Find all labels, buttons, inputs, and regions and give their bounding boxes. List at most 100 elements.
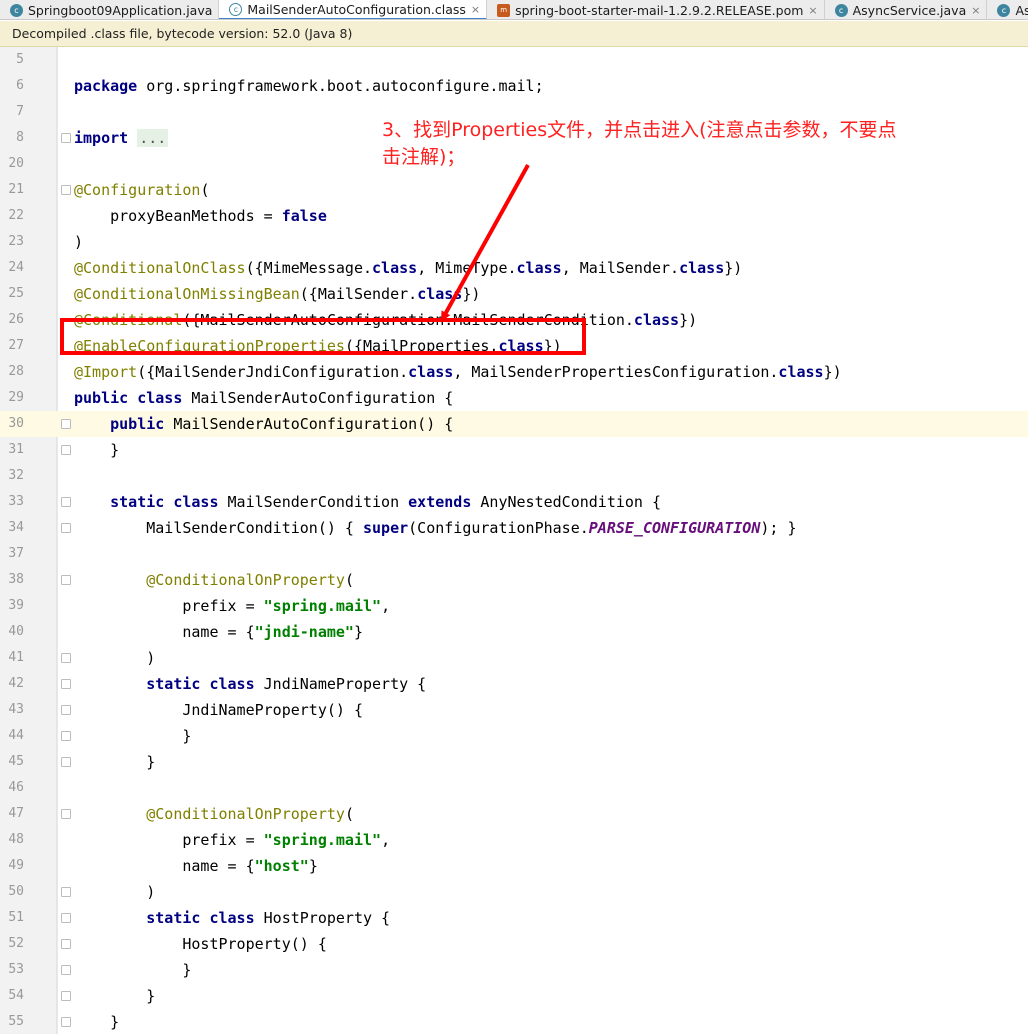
- fold-toggle-icon[interactable]: [61, 653, 71, 663]
- code-line[interactable]: 29 public class MailSenderAutoConfigurati…: [0, 385, 1028, 411]
- code-line[interactable]: 25 @ConditionalOnMissingBean({MailSender.…: [0, 281, 1028, 307]
- line-number: 37: [8, 546, 24, 561]
- code-line[interactable]: 34 MailSenderCondition() { super(Configu…: [0, 515, 1028, 541]
- code-line[interactable]: 32: [0, 463, 1028, 489]
- close-tab-icon[interactable]: ×: [808, 4, 817, 17]
- code-line[interactable]: 50 ): [0, 879, 1028, 905]
- line-number: 30: [8, 416, 24, 431]
- tab-3[interactable]: c AsyncService.java ×: [825, 0, 988, 19]
- code-line[interactable]: 55 }: [0, 1009, 1028, 1034]
- fold-toggle-icon[interactable]: [61, 445, 71, 455]
- line-number: 25: [8, 286, 24, 301]
- fold-toggle-icon[interactable]: [61, 1017, 71, 1027]
- decompiled-info-banner: Decompiled .class file, bytecode version…: [0, 21, 1028, 47]
- line-number: 47: [8, 806, 24, 821]
- code-line[interactable]: 46: [0, 775, 1028, 801]
- fold-toggle-icon[interactable]: [61, 991, 71, 1001]
- line-number: 44: [8, 728, 24, 743]
- close-tab-icon[interactable]: ×: [471, 3, 480, 16]
- fold-toggle-icon[interactable]: [61, 809, 71, 819]
- pom-file-icon: m: [497, 3, 511, 17]
- code-text: @Configuration(: [74, 181, 210, 199]
- code-text: ): [74, 883, 156, 901]
- code-editor[interactable]: 5 6 package org.springframework.boot.autoc…: [0, 47, 1028, 1034]
- tab-1[interactable]: c MailSenderAutoConfiguration.class ×: [219, 0, 488, 19]
- code-line[interactable]: 49 name = {"host"}: [0, 853, 1028, 879]
- fold-toggle-icon[interactable]: [61, 185, 71, 195]
- code-text: HostProperty() {: [74, 935, 327, 953]
- fold-toggle-icon[interactable]: [61, 679, 71, 689]
- code-line[interactable]: 28 @Import({MailSenderJndiConfiguration.c…: [0, 359, 1028, 385]
- fold-toggle-icon[interactable]: [61, 497, 71, 507]
- code-line[interactable]: 43 JndiNameProperty() {: [0, 697, 1028, 723]
- code-line[interactable]: 41 ): [0, 645, 1028, 671]
- line-number: 50: [8, 884, 24, 899]
- code-line[interactable]: 30 public MailSenderAutoConfiguration() …: [0, 411, 1028, 437]
- line-number: 34: [8, 520, 24, 535]
- code-line[interactable]: 48 prefix = "spring.mail",: [0, 827, 1028, 853]
- tab-4[interactable]: c AsyncCom: [987, 0, 1028, 19]
- code-line[interactable]: 47 @ConditionalOnProperty(: [0, 801, 1028, 827]
- code-text: }: [74, 753, 156, 771]
- code-line[interactable]: 23): [0, 229, 1028, 255]
- tab-label: MailSenderAutoConfiguration.class: [247, 1, 466, 17]
- code-text: @ConditionalOnMissingBean({MailSender.cl…: [74, 285, 481, 303]
- code-line[interactable]: 52 HostProperty() {: [0, 931, 1028, 957]
- code-line[interactable]: 54 }: [0, 983, 1028, 1009]
- code-line[interactable]: 42 static class JndiNameProperty {: [0, 671, 1028, 697]
- fold-toggle-icon[interactable]: [61, 939, 71, 949]
- fold-toggle-icon[interactable]: [61, 913, 71, 923]
- code-line[interactable]: 6 package org.springframework.boot.autoco…: [0, 73, 1028, 99]
- code-line[interactable]: 5: [0, 47, 1028, 73]
- line-number: 33: [8, 494, 24, 509]
- line-number: 32: [8, 468, 24, 483]
- code-line[interactable]: 37: [0, 541, 1028, 567]
- line-number: 22: [8, 208, 24, 223]
- fold-toggle-icon[interactable]: [61, 757, 71, 767]
- fold-toggle-icon[interactable]: [61, 705, 71, 715]
- tab-0[interactable]: c Springboot09Application.java: [0, 0, 220, 19]
- code-line[interactable]: 40 name = {"jndi-name"}: [0, 619, 1028, 645]
- line-number: 46: [8, 780, 24, 795]
- fold-toggle-icon[interactable]: [61, 419, 71, 429]
- line-number: 53: [8, 962, 24, 977]
- line-number: 31: [8, 442, 24, 457]
- editor-tab-bar: c Springboot09Application.java c MailSender…: [0, 0, 1028, 20]
- line-number: 54: [8, 988, 24, 1003]
- banner-text: Decompiled .class file, bytecode version…: [12, 26, 353, 41]
- code-text: @ConditionalOnProperty(: [146, 571, 354, 589]
- code-line[interactable]: 31 }: [0, 437, 1028, 463]
- code-text: }: [74, 441, 120, 459]
- line-number: 24: [8, 260, 24, 275]
- fold-toggle-icon[interactable]: [61, 133, 71, 143]
- line-number: 20: [8, 156, 24, 171]
- line-number: 48: [8, 832, 24, 847]
- code-line[interactable]: 53 }: [0, 957, 1028, 983]
- fold-toggle-icon[interactable]: [61, 731, 71, 741]
- code-line[interactable]: 51 static class HostProperty {: [0, 905, 1028, 931]
- fold-toggle-icon[interactable]: [61, 575, 71, 585]
- line-number: 49: [8, 858, 24, 873]
- tab-2[interactable]: m spring-boot-starter-mail-1.2.9.2.RELEAS…: [487, 0, 825, 19]
- code-line[interactable]: 39 prefix = "spring.mail",: [0, 593, 1028, 619]
- code-text: name = {"jndi-name"}: [74, 623, 363, 641]
- code-line[interactable]: 44 }: [0, 723, 1028, 749]
- code-text: }: [74, 987, 156, 1005]
- fold-toggle-icon[interactable]: [61, 965, 71, 975]
- code-text: ): [74, 233, 84, 251]
- fold-toggle-icon[interactable]: [61, 523, 71, 533]
- fold-toggle-icon[interactable]: [61, 887, 71, 897]
- tab-label: AsyncCom: [1015, 2, 1028, 18]
- code-line[interactable]: 22 proxyBeanMethods = false: [0, 203, 1028, 229]
- close-tab-icon[interactable]: ×: [971, 4, 980, 17]
- code-line[interactable]: 45 }: [0, 749, 1028, 775]
- code-text: static class MailSenderCondition extends…: [110, 493, 662, 511]
- code-line[interactable]: 38 @ConditionalOnProperty(: [0, 567, 1028, 593]
- code-text: proxyBeanMethods = false: [74, 207, 327, 225]
- code-line[interactable]: 24 @ConditionalOnClass({MimeMessage.class…: [0, 255, 1028, 281]
- code-text: package org.springframework.boot.autocon…: [74, 77, 544, 95]
- line-number: 27: [8, 338, 24, 353]
- code-line[interactable]: 21 @Configuration(: [0, 177, 1028, 203]
- code-line[interactable]: 33 static class MailSenderCondition exte…: [0, 489, 1028, 515]
- code-text: @ConditionalOnClass({MimeMessage.class, …: [74, 259, 743, 277]
